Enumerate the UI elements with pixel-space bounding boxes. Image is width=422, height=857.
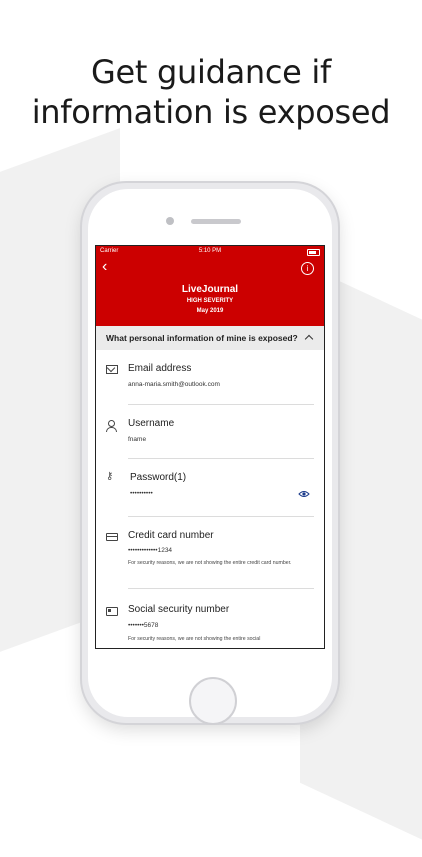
section-question: What personal information of mine is exp… bbox=[106, 333, 298, 343]
item-label: Email address bbox=[128, 363, 192, 374]
earpiece bbox=[191, 219, 241, 224]
battery-icon bbox=[307, 249, 320, 256]
key-icon: ⚷ bbox=[106, 471, 114, 482]
item-value: fname bbox=[128, 436, 147, 443]
user-icon bbox=[106, 420, 117, 432]
credit-card-icon bbox=[106, 533, 118, 541]
breach-header: Carrier 5:10 PM ‹ i LiveJournal HIGH SEV… bbox=[96, 246, 324, 326]
front-camera bbox=[166, 217, 174, 225]
exposed-info-section-toggle[interactable]: What personal information of mine is exp… bbox=[96, 326, 324, 350]
divider bbox=[128, 516, 314, 517]
item-label: Password(1) bbox=[130, 472, 187, 483]
item-label: Social security number bbox=[128, 604, 230, 615]
item-label: Username bbox=[128, 418, 175, 429]
headline: Get guidance if information is exposed bbox=[0, 52, 422, 132]
breach-date: May 2019 bbox=[196, 308, 224, 314]
home-button[interactable] bbox=[189, 677, 237, 725]
divider bbox=[128, 588, 314, 589]
severity-label: HIGH SEVERITY bbox=[186, 298, 234, 304]
chevron-left-icon[interactable]: ‹ bbox=[102, 259, 107, 275]
status-bar: Carrier 5:10 PM bbox=[100, 248, 320, 258]
breach-title: LiveJournal bbox=[181, 284, 239, 295]
divider bbox=[128, 458, 314, 459]
headline-line2: information is exposed bbox=[31, 93, 391, 131]
item-note: For security reasons, we are not showing… bbox=[128, 636, 261, 642]
item-value: anna-maria.smith@outlook.com bbox=[128, 381, 220, 388]
item-value: •••••••5678 bbox=[128, 622, 159, 629]
headline-line1: Get guidance if bbox=[90, 53, 331, 91]
item-note: For security reasons, we are not showing… bbox=[128, 560, 292, 566]
app-screen: Carrier 5:10 PM ‹ i LiveJournal HIGH SEV… bbox=[95, 245, 325, 649]
item-label: Credit card number bbox=[128, 530, 214, 541]
status-time: 5:10 PM bbox=[198, 248, 222, 254]
chevron-up-icon bbox=[304, 334, 314, 344]
eye-icon[interactable] bbox=[298, 490, 310, 498]
info-icon[interactable]: i bbox=[301, 262, 314, 275]
item-value: •••••••••• bbox=[130, 490, 153, 497]
id-card-icon bbox=[106, 607, 118, 616]
envelope-icon bbox=[106, 365, 118, 374]
divider bbox=[128, 404, 314, 405]
item-value: •••••••••••••1234 bbox=[128, 547, 173, 554]
